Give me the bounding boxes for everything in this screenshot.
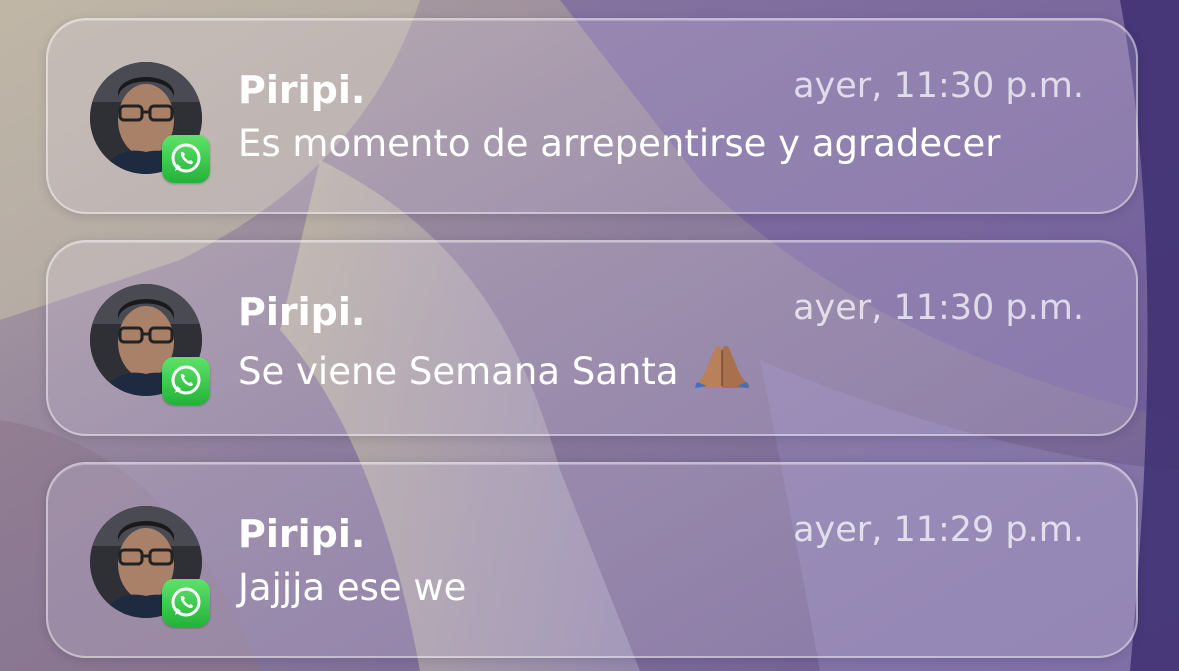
notification-card[interactable]: Piripi. ayer, 11:29 p.m. Jajjja ese we — [46, 462, 1138, 658]
whatsapp-icon — [162, 135, 210, 183]
notification-card[interactable]: Piripi. ayer, 11:30 p.m. Se viene Semana… — [46, 240, 1138, 436]
message-preview: Jajjja ese we — [238, 566, 467, 609]
timestamp: ayer, 11:30 p.m. — [793, 288, 1084, 328]
message-preview: Se viene Semana Santa — [238, 342, 751, 402]
sender-name: Piripi. — [238, 512, 366, 556]
whatsapp-icon — [162, 579, 210, 627]
timestamp: ayer, 11:29 p.m. — [793, 510, 1084, 550]
notification-card[interactable]: Piripi. ayer, 11:30 p.m. Es momento de a… — [46, 18, 1138, 214]
message-preview: Es momento de arrepentirse y agradecer — [238, 122, 1001, 165]
folded-hands-emoji — [693, 342, 751, 402]
timestamp: ayer, 11:30 p.m. — [793, 66, 1084, 106]
sender-name: Piripi. — [238, 68, 366, 112]
message-text: Se viene Semana Santa — [238, 350, 679, 393]
whatsapp-icon — [162, 357, 210, 405]
sender-name: Piripi. — [238, 290, 366, 334]
